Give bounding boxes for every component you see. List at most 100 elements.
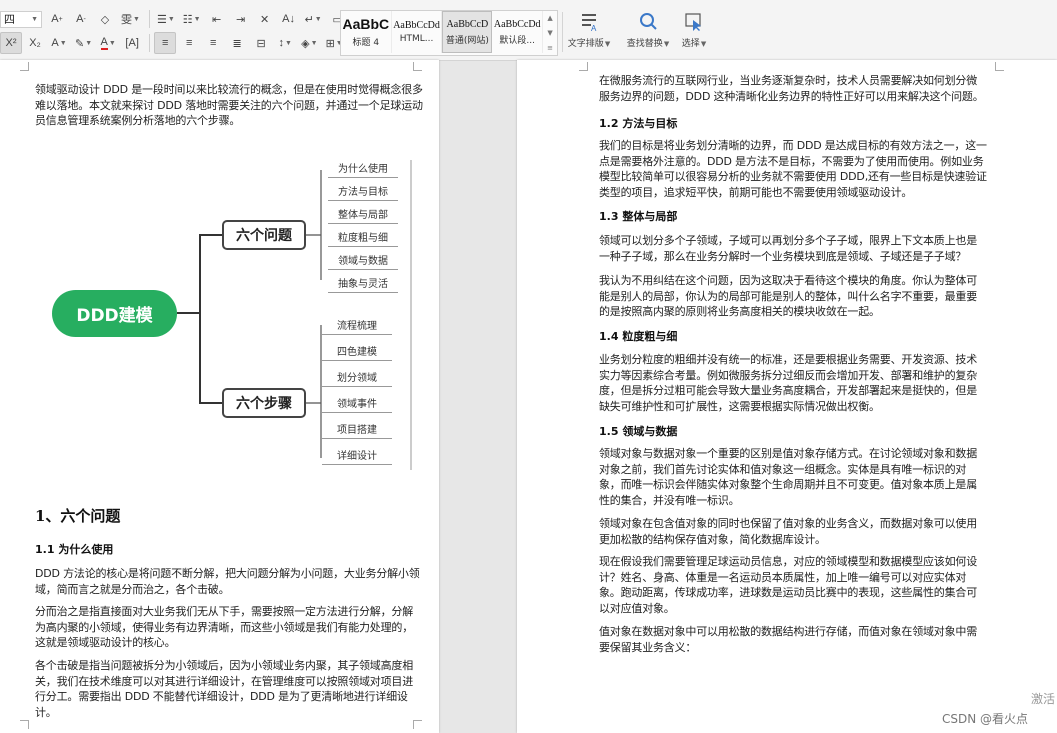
clear-format-icon[interactable]: ◇	[94, 8, 116, 30]
justify-icon[interactable]: ≣	[226, 32, 248, 54]
style-sample: AaBbC	[342, 16, 390, 32]
align-left-icon[interactable]: ≡	[154, 32, 177, 54]
mind-map-leaf: 领域与数据	[328, 252, 398, 270]
paragraph: 业务划分粒度的粗细并没有统一的标准，还是要根据业务需要、开发资源、技术实力等因素…	[599, 353, 977, 413]
mind-map-branch-steps: 六个步骤	[222, 388, 306, 418]
document-page-left[interactable]: 领域驱动设计 DDD 是一段时间以来比较流行的概念，但是在使用时觉得概念很多难以…	[0, 60, 439, 733]
find-replace-button[interactable]: 查找替换▼	[622, 12, 674, 54]
style-gallery-scroll[interactable]: ▲ ▼ ≡	[543, 11, 557, 55]
subsection-heading: 1.5 领域与数据	[599, 425, 678, 438]
style-name: 普通(网站)	[445, 35, 489, 46]
csdn-watermark: CSDN @看火点	[942, 712, 1029, 726]
sort-icon[interactable]: A↓	[278, 8, 300, 30]
chevron-up-icon[interactable]: ▲	[547, 14, 552, 22]
style-normal-web[interactable]: AaBbCcD 普通(网站)	[442, 11, 493, 53]
decrease-indent-icon[interactable]: ⇤	[206, 8, 228, 30]
mind-map-leaf: 抽象与灵活	[328, 275, 398, 293]
increase-indent-icon[interactable]: ⇥	[230, 8, 252, 30]
crop-mark	[995, 62, 1004, 71]
text-layout-icon: A	[582, 14, 597, 32]
crop-mark	[579, 62, 588, 71]
style-sample: AaBbCcDd	[393, 20, 440, 31]
paragraph: DDD 方法论的核心是将问题不断分解，把大问题分解为小问题，大业务分解小领域，简…	[35, 567, 420, 596]
numbered-list-icon[interactable]: ☷ ▼	[180, 8, 204, 30]
style-heading4[interactable]: AaBbC 标题 4	[341, 11, 392, 53]
paragraph: 现在假设我们需要管理足球运动员信息，对应的领域模型和数据模型应该如何设计？姓名、…	[599, 555, 977, 615]
crop-mark	[20, 720, 29, 729]
ribbon-row-paragraph: X² X₂ A▼ ✎▼ A▼ [A] ≡ ≡ ≡ ≣ ⊟ ↕▼ ◈▼ ⊞▼	[0, 32, 348, 54]
crop-mark	[20, 62, 29, 71]
style-name: 默认段...	[499, 35, 536, 46]
select-button[interactable]: 选择▼	[668, 12, 720, 54]
mind-map-leaf: 四色建模	[322, 343, 392, 361]
mind-map-leaf: 方法与目标	[328, 183, 398, 201]
svg-text:A: A	[591, 24, 597, 32]
paragraph: 领域可以划分多个子领域，子域可以再划分多个子子域，限界上下文本质上也是一种子子域…	[599, 234, 977, 263]
chinese-layout-icon[interactable]: ✕	[254, 8, 276, 30]
font-size-value: 四	[4, 14, 15, 26]
mind-map: DDD建模 六个问题 六个步骤 为什么使用 方法与目标 整体与局部 粒度粗与细 …	[0, 155, 439, 475]
text-effect-icon[interactable]: A ▼	[48, 32, 70, 54]
search-icon	[640, 13, 657, 30]
mind-map-leaf: 详细设计	[322, 447, 392, 465]
style-html[interactable]: AaBbCcDd HTML...	[392, 11, 443, 53]
mind-map-leaf: 为什么使用	[328, 160, 398, 178]
font-color-icon[interactable]: A ▼	[97, 32, 119, 54]
ribbon-row-font: 四 ▼ A + A- ◇ 雯 ▼ ☰ ▼ ☷ ▼ ⇤ ⇥ ✕ A↓ ↵ ▼ ▭	[0, 8, 351, 30]
intro-paragraph: 领域驱动设计 DDD 是一段时间以来比较流行的概念，但是在使用时觉得概念很多难以…	[35, 83, 423, 127]
paragraph: 领域对象在包含值对象的同时也保留了值对象的业务含义，而数据对象可以使用更加松散的…	[599, 517, 977, 546]
subsection-heading: 1.1 为什么使用	[35, 543, 114, 556]
paragraph: 领域对象与数据对象一个重要的区别是值对象存储方式。在讨论领域对象和数据对象之前，…	[599, 447, 977, 507]
phonetic-icon[interactable]: 雯 ▼	[118, 8, 143, 30]
paragraph: 在微服务流行的互联网行业，当业务逐渐复杂时，技术人员需要解决如何划分微服务边界的…	[599, 74, 984, 103]
subsection-heading: 1.2 方法与目标	[599, 117, 678, 130]
select-cursor-icon	[685, 13, 701, 31]
char-border-icon[interactable]: [A]	[121, 32, 143, 54]
subscript-icon[interactable]: X₂	[24, 32, 46, 54]
paragraph: 我们的目标是将业务划分清晰的边界，而 DDD 是达成目标的有效方法之一，这一点是…	[599, 139, 987, 199]
mind-map-leaf: 领域事件	[322, 395, 392, 413]
document-page-right[interactable]: 在微服务流行的互联网行业，当业务逐渐复杂时，技术人员需要解决如何划分微服务边界的…	[517, 60, 1057, 733]
mind-map-leaf: 项目搭建	[322, 421, 392, 439]
chevron-down-icon: ▼	[31, 15, 38, 23]
select-label: 选择▼	[681, 39, 707, 49]
highlight-icon[interactable]: ✎ ▼	[72, 32, 95, 54]
subsection-heading: 1.4 粒度粗与细	[599, 330, 678, 343]
superscript-icon[interactable]: X²	[0, 32, 22, 54]
shading-icon[interactable]: ◈ ▼	[298, 32, 320, 54]
mind-map-branch-problems: 六个问题	[222, 220, 306, 250]
crop-mark	[413, 720, 422, 729]
font-size-select[interactable]: 四 ▼	[0, 10, 42, 28]
mind-map-leaf: 流程梳理	[322, 317, 392, 335]
style-default-para[interactable]: AaBbCcDd 默认段...	[492, 11, 544, 53]
paragraph: 值对象在数据对象中可以用松散的数据结构进行存储，而值对象在领域对象中需要保留其业…	[599, 625, 977, 654]
subsection-heading: 1.3 整体与局部	[599, 210, 678, 223]
text-layout-label: 文字排版▼	[567, 39, 611, 49]
paragraph: 各个击破是指当问题被拆分为小领域后，因为小领域业务内聚，其子领域高度相关，我们在…	[35, 659, 413, 719]
distributed-icon[interactable]: ⊟	[250, 32, 272, 54]
find-replace-label: 查找替换▼	[626, 39, 670, 49]
style-sample: AaBbCcD	[446, 18, 489, 30]
toolbar-divider	[149, 34, 151, 52]
paragraph: 我认为不用纠结在这个问题，因为这取决于看待这个模块的角度。你认为整体可能是别人的…	[599, 274, 977, 318]
line-spacing-icon[interactable]: ↕ ▼	[274, 32, 296, 54]
grow-font-icon[interactable]: A +	[46, 8, 68, 30]
crop-mark	[413, 62, 422, 71]
mind-map-leaf: 粒度粗与细	[328, 229, 398, 247]
expand-icon[interactable]: ≡	[547, 44, 553, 52]
text-layout-button[interactable]: A 文字排版▼	[563, 12, 615, 54]
show-marks-icon[interactable]: ↵ ▼	[302, 8, 325, 30]
style-sample: AaBbCcDd	[493, 18, 541, 30]
paragraph: 分而治之是指直接面对大业务我们无从下手，需要按照一定方法进行分解，分解为高内聚的…	[35, 605, 413, 649]
style-name: 标题 4	[352, 38, 380, 48]
chevron-down-icon[interactable]: ▼	[547, 29, 552, 37]
bullet-list-icon[interactable]: ☰ ▼	[154, 8, 178, 30]
activate-watermark: 激活	[1031, 692, 1056, 706]
section-heading: 1、六个问题	[35, 507, 121, 525]
mind-map-leaf: 整体与局部	[328, 206, 398, 224]
mind-map-root: DDD建模	[52, 290, 177, 337]
align-center-icon[interactable]: ≡	[178, 32, 200, 54]
shrink-font-icon[interactable]: A-	[70, 8, 92, 30]
align-right-icon[interactable]: ≡	[202, 32, 224, 54]
style-name: HTML...	[399, 34, 434, 44]
